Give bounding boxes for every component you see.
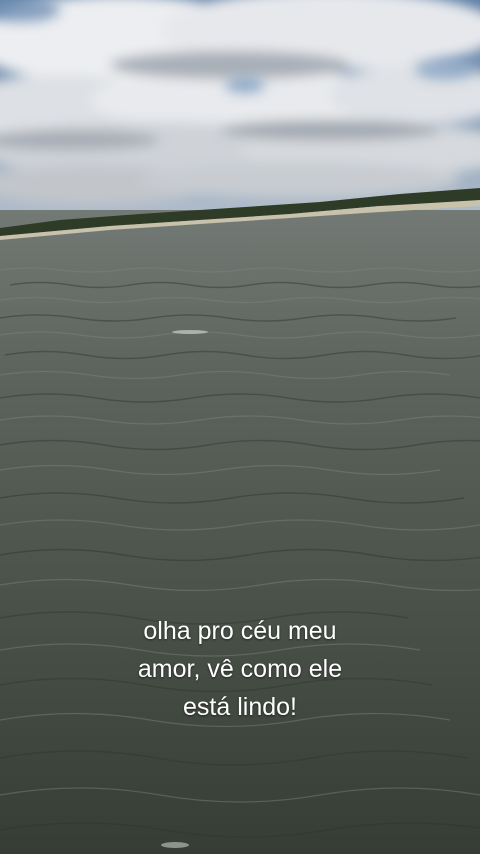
water-surface [0,188,480,854]
caption-line-1: olha pro céu meu [143,617,337,645]
video-caption: olha pro céu meu amor, vê como ele está … [0,612,480,726]
photo-frame: olha pro céu meu amor, vê como ele está … [0,0,480,854]
caption-line-3: está lindo! [183,693,297,721]
caption-line-2: amor, vê como ele [137,655,343,683]
